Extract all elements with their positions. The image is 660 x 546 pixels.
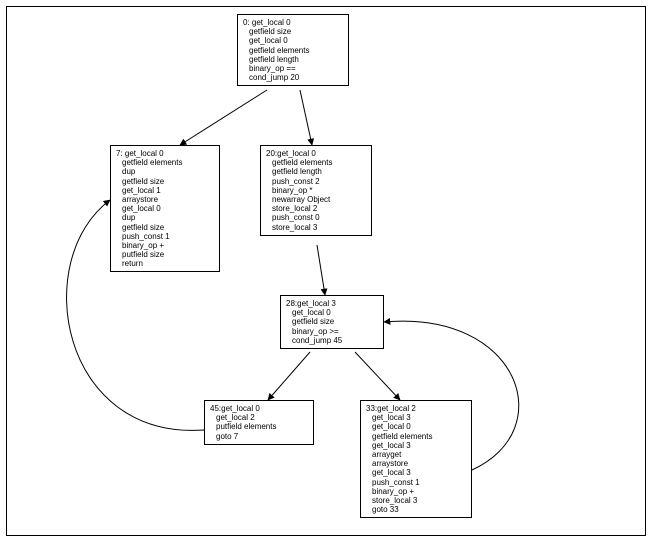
instr: putfield size [116,250,214,259]
instr: push_const 0 [266,213,366,222]
instr: push_const 1 [116,232,214,241]
instr: store_local 3 [366,496,466,505]
instr: getfield size [116,177,214,186]
instr: getfield size [286,317,378,326]
instr: get_local 0 [366,422,466,431]
instr: get_local 0 [243,36,343,45]
instr: binary_op + [366,487,466,496]
instr: newarray Object [266,195,366,204]
block-20: 20:get_local 0 getfield elements getfiel… [260,145,372,236]
block-28-header: 28:get_local 3 [286,299,378,308]
cfg-canvas: 0: get_local 0 getfield size get_local 0… [0,0,660,546]
instr: cond_jump 45 [286,336,378,345]
instr: putfield elements [210,422,308,431]
instr: getfield length [266,167,366,176]
block-33-header: 33:get_local 2 [366,404,466,413]
block-33: 33:get_local 2 get_local 3 get_local 0 g… [360,400,472,518]
instr: getfield elements [116,158,214,167]
block-45: 45:get_local 0 get_local 2 putfield elem… [204,400,314,445]
block-7: 7: get_local 0 getfield elements dup get… [110,145,220,272]
instr: push_const 2 [266,177,366,186]
block-7-header: 7: get_local 0 [116,149,214,158]
instr: cond_jump 20 [243,73,343,82]
instr: get_local 3 [366,468,466,477]
instr: push_const 1 [366,478,466,487]
instr: binary_op + [116,241,214,250]
instr: get_local 3 [366,413,466,422]
instr: get_local 0 [116,204,214,213]
block-20-header: 20:get_local 0 [266,149,366,158]
instr: arraystore [116,195,214,204]
instr: getfield size [243,27,343,36]
instr: getfield size [116,223,214,232]
instr: return [116,259,214,268]
instr: binary_op == [243,64,343,73]
instr: getfield elements [266,158,366,167]
instr: binary_op >= [286,327,378,336]
block-45-header: 45:get_local 0 [210,404,308,413]
instr: getfield length [243,55,343,64]
instr: goto 33 [366,505,466,514]
instr: dup [116,167,214,176]
instr: arraystore [366,459,466,468]
block-0: 0: get_local 0 getfield size get_local 0… [237,14,349,86]
instr: getfield elements [243,46,343,55]
instr: store_local 2 [266,204,366,213]
instr: arrayget [366,450,466,459]
instr: dup [116,213,214,222]
instr: goto 7 [210,432,308,441]
instr: get_local 2 [210,413,308,422]
instr: store_local 3 [266,223,366,232]
instr: binary_op * [266,186,366,195]
block-0-header: 0: get_local 0 [243,18,343,27]
instr: get_local 1 [116,186,214,195]
block-28: 28:get_local 3 get_local 0 getfield size… [280,295,384,349]
instr: get_local 0 [286,308,378,317]
instr: get_local 3 [366,441,466,450]
instr: getfield elements [366,432,466,441]
